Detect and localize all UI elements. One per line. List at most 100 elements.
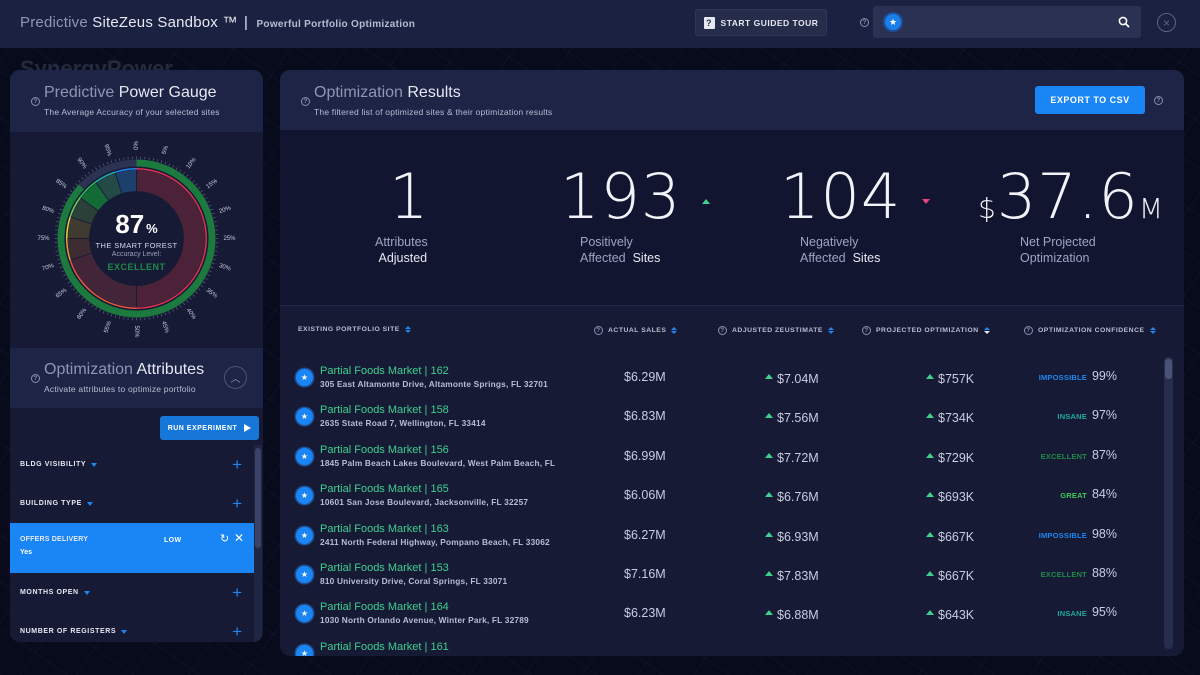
gauge-tick bbox=[98, 309, 101, 312]
gauge-tick bbox=[106, 312, 109, 316]
site-name[interactable]: Partial Foods Market | 153 bbox=[320, 562, 449, 574]
site-name[interactable]: Partial Foods Market | 165 bbox=[320, 483, 449, 495]
help-icon[interactable]: ? bbox=[862, 326, 871, 335]
column-header-optimization-confidence[interactable]: ? OPTIMIZATION CONFIDENCE bbox=[1024, 326, 1156, 335]
favorite-star-icon[interactable]: ★ bbox=[296, 447, 313, 465]
scrollbar-thumb[interactable] bbox=[1165, 359, 1172, 379]
gauge-tick bbox=[189, 297, 192, 300]
gauge-subtitle: The Average Accuracy of your selected si… bbox=[44, 107, 220, 117]
gauge-tick bbox=[179, 304, 182, 308]
results-help-icon[interactable]: ? bbox=[301, 97, 310, 106]
table-row[interactable]: ★ Partial Foods Market | 161 bbox=[280, 633, 1160, 656]
gauge-tick-label: 15% bbox=[205, 178, 219, 190]
close-sandbox-button[interactable]: × bbox=[1157, 13, 1176, 32]
attribute-item-number-of-registers[interactable]: NUMBER OF REGISTERS + bbox=[10, 612, 254, 642]
column-header-site[interactable]: EXISTING PORTFOLIO SITE bbox=[298, 326, 411, 333]
gauge-tick bbox=[156, 315, 159, 318]
optimization-confidence: EXCELLENT 88% bbox=[1041, 566, 1117, 580]
search-icon[interactable] bbox=[1117, 15, 1131, 29]
increase-icon bbox=[765, 374, 773, 379]
export-help-icon[interactable]: ? bbox=[1154, 96, 1163, 105]
help-icon[interactable]: ? bbox=[594, 326, 603, 335]
site-address: 810 University Drive, Coral Springs, FL … bbox=[320, 575, 508, 586]
attribute-item-bldg-visibility[interactable]: BLDG VISIBILITY + bbox=[10, 445, 254, 484]
gauge-tick bbox=[84, 174, 87, 177]
attribute-label: BLDG VISIBILITY bbox=[20, 461, 87, 468]
increase-icon bbox=[765, 452, 773, 458]
table-row[interactable]: ★ Partial Foods Market | 153 810 Universit… bbox=[280, 554, 1160, 593]
add-attribute-icon[interactable]: + bbox=[232, 495, 242, 512]
site-name[interactable]: Partial Foods Market | 164 bbox=[320, 601, 449, 613]
increase-icon bbox=[926, 413, 934, 419]
scrollbar-thumb[interactable] bbox=[255, 448, 261, 548]
sort-icon[interactable] bbox=[1149, 327, 1156, 334]
gauge-tick bbox=[63, 200, 66, 203]
results-header: ? Optimization Results The filtered list… bbox=[280, 70, 1184, 130]
trend-down-icon bbox=[922, 198, 931, 204]
favorite-star-icon[interactable]: ★ bbox=[296, 644, 313, 656]
remove-attribute-icon[interactable]: ✕ bbox=[234, 531, 244, 545]
table-row[interactable]: ★ Partial Foods Market | 156 1845 Palm Bea… bbox=[280, 436, 1160, 475]
gauge-tick bbox=[61, 204, 65, 207]
attribute-label: OFFERS DELIVERY bbox=[20, 536, 89, 543]
favorite-star-icon[interactable]: ★ bbox=[296, 565, 313, 583]
play-icon bbox=[244, 424, 252, 432]
site-name[interactable]: Partial Foods Market | 158 bbox=[320, 404, 449, 416]
start-guided-tour-button[interactable]: ? START GUIDED TOUR bbox=[695, 9, 827, 36]
favorite-star-icon[interactable]: ★ bbox=[296, 526, 313, 544]
favorite-star-icon[interactable]: ★ bbox=[296, 408, 313, 426]
column-header-adjusted-zeustimate[interactable]: ? ADJUSTED ZEUSTIMATE bbox=[718, 326, 834, 335]
table-row[interactable]: ★ Partial Foods Market | 165 10601 San Jos… bbox=[280, 475, 1160, 514]
caret-down-icon[interactable] bbox=[91, 462, 98, 467]
help-icon[interactable]: ? bbox=[1024, 326, 1033, 335]
favorite-star-icon[interactable]: ★ bbox=[296, 605, 313, 623]
attribute-item-offers-delivery-active[interactable]: OFFERS DELIVERY Yes LOW ↻ ✕ bbox=[10, 523, 254, 573]
adjusted-zeustimate: $6.76M bbox=[765, 490, 819, 504]
reset-attribute-icon[interactable]: ↻ bbox=[220, 532, 229, 545]
gauge-tick bbox=[205, 277, 208, 280]
run-experiment-button[interactable]: RUN EXPERIMENT bbox=[160, 416, 259, 440]
site-address: 2411 North Federal Highway, Pompano Beac… bbox=[320, 536, 550, 547]
caret-down-icon[interactable] bbox=[86, 501, 93, 506]
gauge-title: Predictive Power Gauge bbox=[44, 84, 263, 102]
results-scrollbar[interactable] bbox=[1164, 357, 1173, 649]
attribute-item-months-open[interactable]: MONTHS OPEN + bbox=[10, 573, 254, 612]
add-attribute-icon[interactable]: + bbox=[232, 623, 242, 640]
table-row[interactable]: ★ Partial Foods Market | 158 2635 State Ro… bbox=[280, 396, 1160, 435]
projected-optimization: $729K bbox=[926, 451, 974, 465]
site-name[interactable]: Partial Foods Market | 163 bbox=[320, 523, 449, 535]
tour-button-label: START GUIDED TOUR bbox=[720, 17, 819, 28]
add-attribute-icon[interactable]: + bbox=[232, 584, 242, 601]
site-name[interactable]: Partial Foods Market | 161 bbox=[320, 641, 449, 653]
add-attribute-icon[interactable]: + bbox=[232, 456, 242, 473]
caret-down-icon[interactable] bbox=[83, 590, 90, 595]
sort-icon[interactable] bbox=[404, 326, 411, 333]
site-name[interactable]: Partial Foods Market | 156 bbox=[320, 444, 449, 456]
attributes-help-icon[interactable]: ? bbox=[31, 374, 40, 383]
help-icon[interactable]: ? bbox=[718, 326, 727, 335]
favorite-star-icon[interactable]: ★ bbox=[296, 487, 313, 505]
gauge-tick bbox=[192, 180, 195, 183]
actual-sales: $6.29M bbox=[624, 370, 666, 384]
site-name[interactable]: Partial Foods Market | 162 bbox=[320, 365, 449, 377]
attribute-list-scrollbar[interactable] bbox=[254, 445, 262, 642]
gauge-tick bbox=[88, 171, 91, 175]
gauge-tick-label: 35% bbox=[205, 288, 219, 300]
favorite-star-icon[interactable]: ★ bbox=[296, 369, 313, 386]
sort-icon[interactable] bbox=[671, 327, 678, 334]
column-header-actual-sales[interactable]: ? ACTUAL SALES bbox=[594, 326, 678, 335]
table-row[interactable]: ★ Partial Foods Market | 164 1030 North Or… bbox=[280, 593, 1160, 632]
sort-desc-active-icon[interactable] bbox=[983, 327, 990, 334]
search-help-icon[interactable]: ? bbox=[860, 18, 869, 27]
table-row[interactable]: ★ Partial Foods Market | 163 2411 North Fe… bbox=[280, 515, 1160, 554]
caret-down-icon[interactable] bbox=[121, 629, 128, 634]
column-header-projected-optimization[interactable]: ? PROJECTED OPTIMIZATION bbox=[862, 326, 990, 335]
table-row[interactable]: ★ Partial Foods Market | 162 305 East Alta… bbox=[280, 357, 1160, 396]
site-search-input[interactable]: ★ bbox=[873, 6, 1141, 38]
gauge-help-icon[interactable]: ? bbox=[31, 97, 40, 106]
collapse-attributes-button[interactable]: ︿ bbox=[224, 366, 247, 389]
sort-icon[interactable] bbox=[827, 327, 834, 334]
attribute-item-building-type[interactable]: BUILDING TYPE + bbox=[10, 484, 254, 523]
adjusted-zeustimate: $6.93M bbox=[765, 530, 819, 544]
export-to-csv-button[interactable]: EXPORT TO CSV bbox=[1035, 86, 1145, 114]
